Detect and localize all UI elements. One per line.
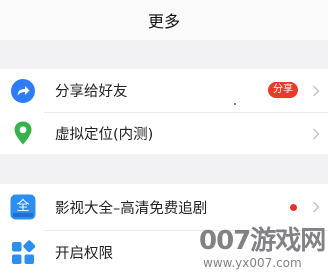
location-pin-icon	[14, 121, 32, 145]
notification-dot	[290, 204, 297, 211]
page-header: 更多	[0, 0, 328, 40]
watermark-url: www.yx007.com	[203, 256, 302, 270]
menu-item-label: 虚拟定位(内测)	[55, 127, 154, 143]
app-icon: 全	[10, 194, 36, 220]
menu-item-label: 分享给好友	[55, 84, 128, 100]
menu-item-label: 影视大全–高清免费追剧	[55, 201, 208, 217]
chevron-right-icon	[312, 85, 320, 97]
speck	[234, 103, 236, 105]
svg-text:全: 全	[16, 198, 29, 214]
watermark-main: 007游戏网	[199, 226, 326, 256]
menu-item-virtual-location[interactable]: 虚拟定位(内测)	[0, 113, 328, 154]
permissions-icon	[12, 240, 36, 264]
share-badge: 分享	[268, 82, 298, 98]
page-title: 更多	[147, 12, 180, 31]
menu-item-label: 开启权限	[55, 246, 113, 262]
watermark: 007游戏网 www.yx007.com	[197, 220, 328, 276]
menu-group-1: 分享给好友 分享 虚拟定位(内测)	[0, 69, 328, 154]
chevron-right-icon	[312, 201, 320, 213]
share-icon	[11, 79, 35, 103]
chevron-right-icon	[312, 128, 320, 140]
menu-item-share[interactable]: 分享给好友 分享	[0, 69, 328, 112]
